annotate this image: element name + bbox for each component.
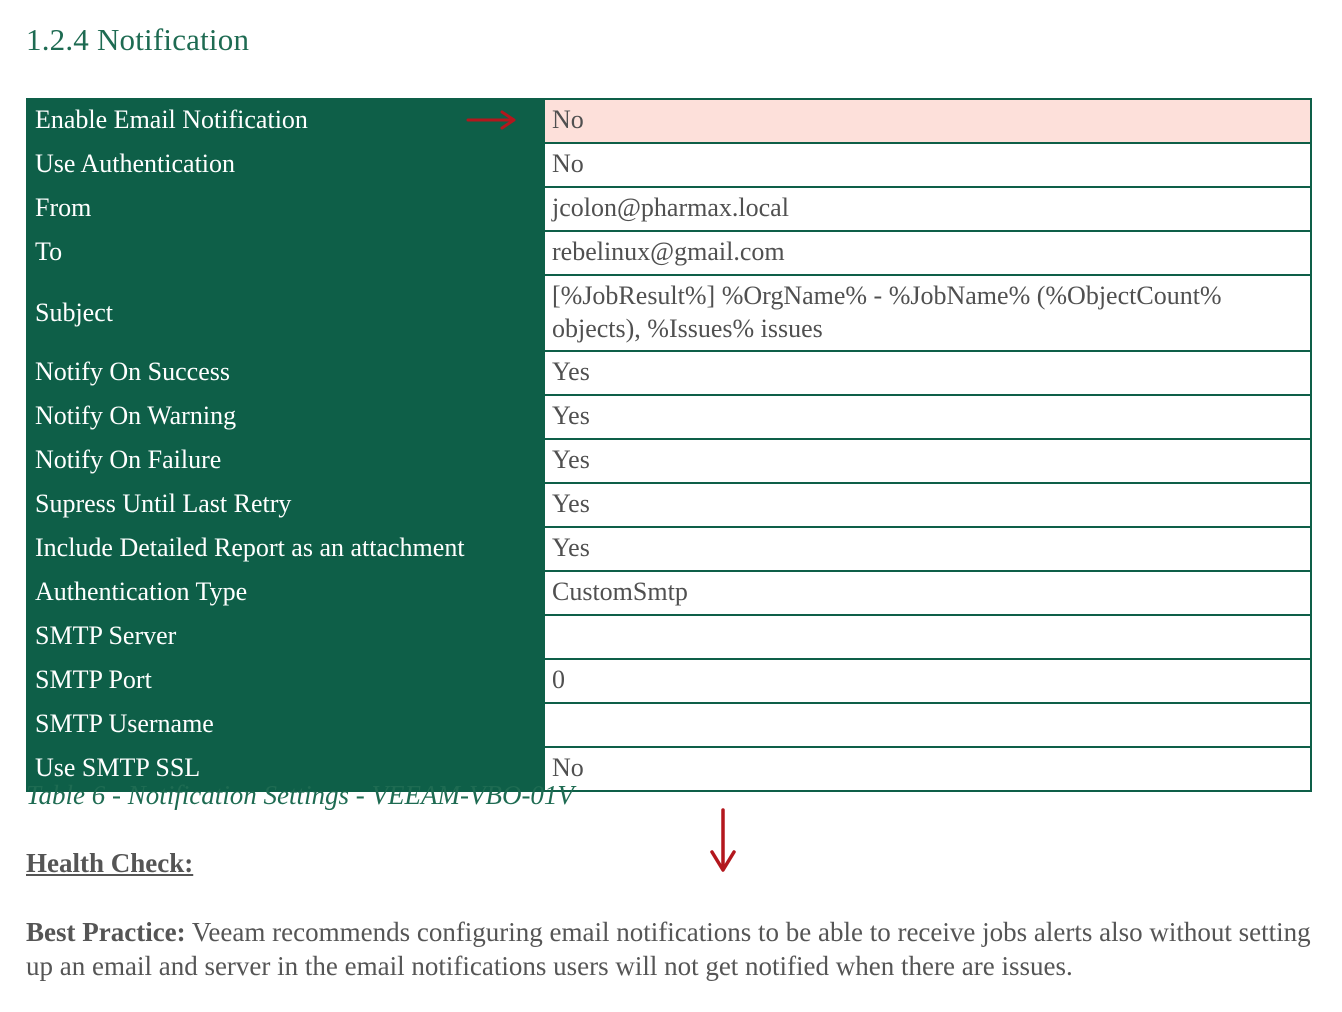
row-label: SMTP Username	[26, 702, 545, 748]
row-value: No	[543, 98, 1312, 144]
arrow-right-icon	[466, 110, 516, 130]
row-label: Supress Until Last Retry	[26, 482, 545, 528]
table-row: Include Detailed Report as an attachment…	[26, 526, 1312, 572]
best-practice-text: Veeam recommends configuring email notif…	[26, 917, 1311, 981]
table-row: To rebelinux@gmail.com	[26, 230, 1312, 276]
table-caption: Table 6 - Notification Settings - VEEAM-…	[26, 780, 574, 810]
row-value: No	[543, 746, 1312, 792]
row-label: Use Authentication	[26, 142, 545, 188]
section-heading: 1.2.4 Notification	[26, 22, 250, 57]
row-label: Notify On Failure	[26, 438, 545, 484]
table-row: Enable Email Notification No	[26, 98, 1312, 144]
row-value: jcolon@pharmax.local	[543, 186, 1312, 232]
table-row: SMTP Port 0	[26, 658, 1312, 704]
table-row: Use Authentication No	[26, 142, 1312, 188]
table-row: SMTP Server	[26, 614, 1312, 660]
row-value: Yes	[543, 438, 1312, 484]
table-row: Subject [%JobResult%] %OrgName% - %JobNa…	[26, 274, 1312, 352]
row-label: Subject	[26, 274, 545, 352]
row-label: From	[26, 186, 545, 232]
row-label: Notify On Success	[26, 350, 545, 396]
best-practice-label: Best Practice:	[26, 917, 186, 947]
row-label: To	[26, 230, 545, 276]
row-value: 0	[543, 658, 1312, 704]
best-practice-paragraph: Best Practice: Veeam recommends configur…	[26, 915, 1316, 983]
table-row: Notify On Success Yes	[26, 350, 1312, 396]
row-value: Yes	[543, 526, 1312, 572]
table-row: Supress Until Last Retry Yes	[26, 482, 1312, 528]
row-label: Notify On Warning	[26, 394, 545, 440]
row-label: SMTP Port	[26, 658, 545, 704]
row-label: SMTP Server	[26, 614, 545, 660]
notification-settings-table: Enable Email Notification No Use Authent…	[26, 98, 1312, 792]
row-label: Include Detailed Report as an attachment	[26, 526, 545, 572]
row-label: Authentication Type	[26, 570, 545, 616]
row-value	[543, 702, 1312, 748]
row-value: CustomSmtp	[543, 570, 1312, 616]
table-row: SMTP Username	[26, 702, 1312, 748]
row-value: Yes	[543, 350, 1312, 396]
table-row: Notify On Failure Yes	[26, 438, 1312, 484]
table-row: Notify On Warning Yes	[26, 394, 1312, 440]
row-value: Yes	[543, 394, 1312, 440]
health-check-heading: Health Check:	[26, 848, 194, 878]
row-value: rebelinux@gmail.com	[543, 230, 1312, 276]
arrow-down-icon	[710, 808, 736, 872]
row-value: [%JobResult%] %OrgName% - %JobName% (%Ob…	[543, 274, 1312, 352]
table-row: From jcolon@pharmax.local	[26, 186, 1312, 232]
row-value	[543, 614, 1312, 660]
row-value: No	[543, 142, 1312, 188]
table-row: Authentication Type CustomSmtp	[26, 570, 1312, 616]
row-value: Yes	[543, 482, 1312, 528]
